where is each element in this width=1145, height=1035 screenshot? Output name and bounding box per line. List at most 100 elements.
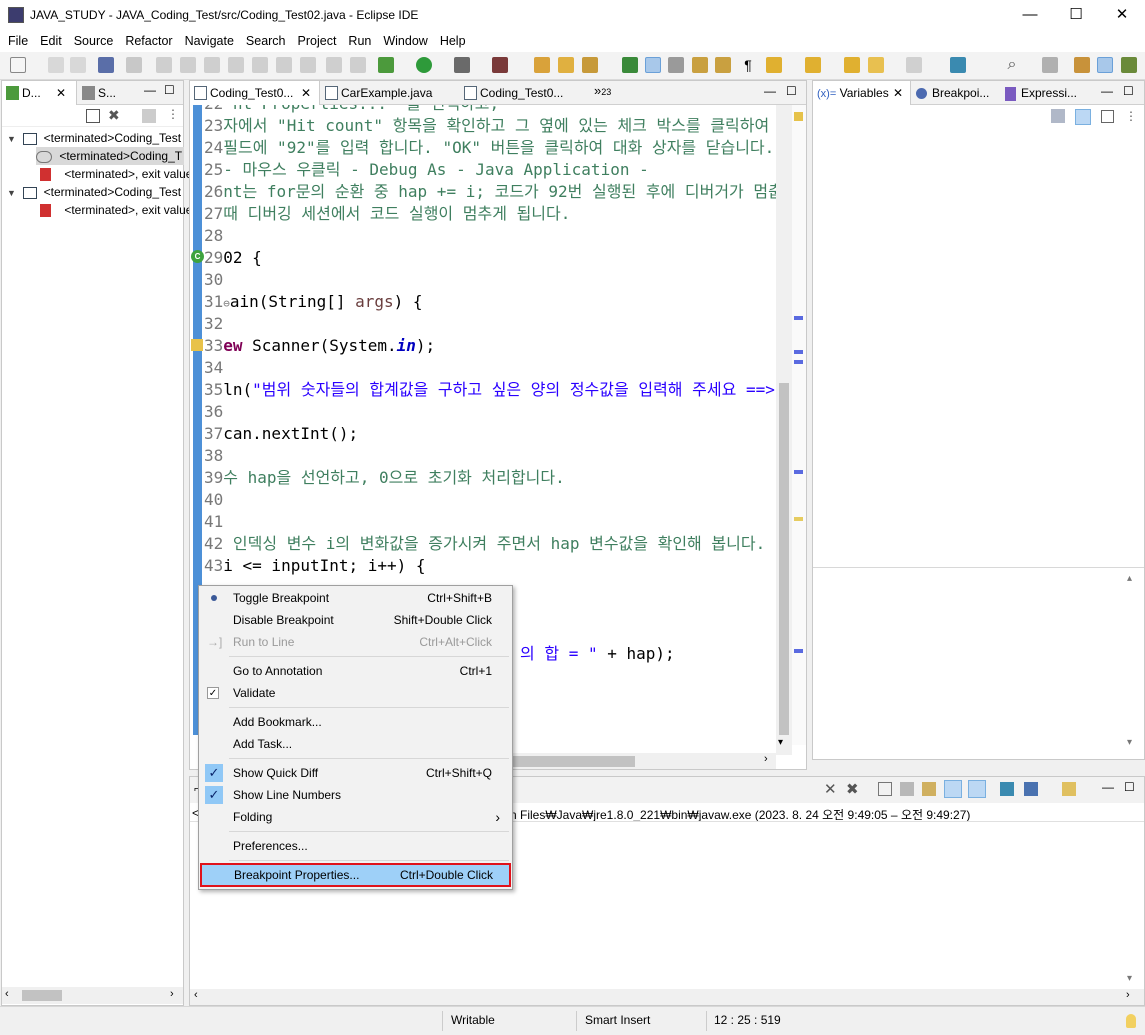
horizontal-scrollbar[interactable]: ‹ › bbox=[190, 989, 1144, 1005]
show-console-on-error-icon[interactable] bbox=[968, 780, 986, 798]
occurrence-marker[interactable] bbox=[794, 350, 803, 354]
fold-collapse-icon[interactable]: ⊖ bbox=[223, 297, 230, 310]
tab-coding-test02[interactable]: Coding_Test0... ✕ bbox=[190, 81, 320, 105]
tab-coding-test0x[interactable]: Coding_Test0... bbox=[460, 81, 592, 105]
minimize-view-icon[interactable]: — bbox=[1101, 84, 1113, 98]
other-perspective-icon[interactable] bbox=[1121, 57, 1137, 73]
menu-refactor[interactable]: Refactor bbox=[119, 30, 178, 52]
link-icon[interactable] bbox=[668, 57, 684, 73]
step-return-icon[interactable] bbox=[300, 57, 316, 73]
block-selection-icon[interactable] bbox=[715, 57, 731, 73]
maximize-view-icon[interactable]: ☐ bbox=[786, 84, 797, 98]
pin-console-icon[interactable] bbox=[1000, 782, 1014, 796]
tree-row[interactable]: <terminated>Coding_T bbox=[36, 147, 184, 165]
tab-expressions[interactable]: Expressi... bbox=[1001, 81, 1089, 105]
detail-pane-divider[interactable] bbox=[813, 567, 1144, 568]
show-whitespace-icon[interactable]: ¶ bbox=[740, 57, 756, 73]
close-icon[interactable]: ✕ bbox=[56, 81, 66, 105]
forward-icon[interactable] bbox=[906, 57, 922, 73]
terminate-icon[interactable]: ✕ bbox=[824, 780, 837, 798]
tab-breakpoints[interactable]: Breakpoi... bbox=[912, 81, 1000, 105]
menu-navigate[interactable]: Navigate bbox=[179, 30, 240, 52]
menu-item-preferences[interactable]: Preferences... bbox=[201, 835, 510, 857]
tree-row[interactable]: <terminated>, exit value bbox=[40, 201, 192, 219]
open-perspective-icon[interactable] bbox=[1042, 57, 1058, 73]
expand-arrow-icon[interactable]: ▼ bbox=[7, 134, 16, 144]
menu-item-show-quick-diff[interactable]: ✓ Show Quick Diff Ctrl+Shift+Q bbox=[201, 762, 510, 784]
step-over-icon[interactable] bbox=[276, 57, 292, 73]
scrollbar-thumb[interactable] bbox=[22, 990, 62, 1001]
occurrence-marker[interactable] bbox=[794, 649, 803, 653]
minimize-view-icon[interactable]: — bbox=[764, 84, 776, 98]
scroll-left-icon[interactable]: ‹ bbox=[5, 988, 9, 1000]
show-type-names-icon[interactable] bbox=[1051, 109, 1065, 123]
step-into-icon[interactable] bbox=[252, 57, 268, 73]
horizontal-scrollbar[interactable]: ‹ › bbox=[2, 987, 183, 1004]
minimize-view-icon[interactable]: — bbox=[144, 83, 156, 97]
scroll-left-icon[interactable]: ‹ bbox=[194, 989, 198, 1001]
tab-debug[interactable]: D... ✕ bbox=[2, 81, 77, 105]
view-menu-icon[interactable]: ⋮ bbox=[167, 107, 179, 121]
display-selected-console-icon[interactable] bbox=[1024, 782, 1038, 796]
show-console-on-output-icon[interactable] bbox=[944, 780, 962, 798]
open-folder-icon[interactable] bbox=[558, 57, 574, 73]
scroll-right-icon[interactable]: › bbox=[764, 753, 768, 765]
scroll-down-icon[interactable]: ▾ bbox=[1127, 737, 1132, 748]
menu-item-folding[interactable]: Folding › bbox=[201, 806, 510, 828]
skip-breakpoints-icon[interactable] bbox=[126, 57, 142, 73]
menu-search[interactable]: Search bbox=[240, 30, 292, 52]
close-button[interactable]: ✕ bbox=[1099, 0, 1145, 30]
vertical-scrollbar[interactable]: ▾ bbox=[776, 105, 792, 755]
occurrence-marker[interactable] bbox=[794, 470, 803, 474]
scroll-down-icon[interactable]: ▾ bbox=[1127, 973, 1132, 984]
save-icon[interactable] bbox=[48, 57, 64, 73]
occurrence-marker[interactable] bbox=[794, 316, 803, 320]
show-logical-structure-icon[interactable] bbox=[1075, 109, 1091, 125]
minimize-view-icon[interactable]: — bbox=[1102, 780, 1114, 794]
drop-to-frame-icon[interactable] bbox=[326, 57, 342, 73]
menu-item-toggle-breakpoint[interactable]: Toggle Breakpoint Ctrl+Shift+B bbox=[201, 587, 510, 609]
disconnect-icon[interactable] bbox=[228, 57, 244, 73]
collapse-all-icon[interactable] bbox=[86, 109, 100, 123]
toggle-mark-icon[interactable] bbox=[692, 57, 708, 73]
save-all-icon[interactable] bbox=[70, 57, 86, 73]
collapse-all-icon[interactable] bbox=[1101, 110, 1114, 123]
tab-carexample[interactable]: CarExample.java bbox=[321, 81, 459, 105]
tips-lightbulb-icon[interactable] bbox=[1126, 1014, 1136, 1028]
highlight-toggle-icon[interactable] bbox=[645, 57, 661, 73]
menu-run[interactable]: Run bbox=[342, 30, 377, 52]
maximize-view-icon[interactable]: ☐ bbox=[1123, 84, 1134, 98]
more-tabs-button[interactable]: »23 bbox=[594, 83, 611, 98]
maximize-button[interactable]: ☐ bbox=[1053, 0, 1099, 30]
remove-all-terminated-icon[interactable]: ✖ bbox=[846, 780, 859, 798]
resume-icon[interactable] bbox=[156, 57, 172, 73]
new-java-package-icon[interactable] bbox=[534, 57, 550, 73]
status-cursor-position[interactable]: 12 : 25 : 519 bbox=[714, 1013, 781, 1027]
menu-item-validate[interactable]: ✓ Validate bbox=[201, 682, 510, 704]
search-wand-icon[interactable] bbox=[582, 57, 598, 73]
coverage-icon[interactable] bbox=[454, 57, 470, 73]
menu-project[interactable]: Project bbox=[292, 30, 343, 52]
clear-console-icon[interactable] bbox=[878, 782, 892, 796]
tree-row[interactable]: <terminated>, exit value bbox=[40, 165, 192, 183]
menu-item-go-to-annotation[interactable]: Go to Annotation Ctrl+1 bbox=[201, 660, 510, 682]
debug-perspective-icon[interactable] bbox=[1097, 57, 1113, 73]
menu-help[interactable]: Help bbox=[434, 30, 472, 52]
disconnect-icon[interactable] bbox=[142, 109, 156, 123]
scroll-right-icon[interactable]: › bbox=[170, 988, 174, 1000]
menu-item-add-task[interactable]: Add Task... bbox=[201, 733, 510, 755]
tab-servers[interactable]: S... bbox=[78, 81, 138, 105]
scrollbar-thumb[interactable] bbox=[779, 383, 789, 735]
open-type-icon[interactable] bbox=[622, 57, 638, 73]
minimize-button[interactable]: — bbox=[1007, 0, 1053, 30]
close-icon[interactable]: ✕ bbox=[893, 81, 903, 105]
debug-icon[interactable] bbox=[378, 57, 394, 73]
remove-terminated-icon[interactable]: ✖ bbox=[108, 107, 120, 124]
word-wrap-icon[interactable] bbox=[922, 782, 936, 796]
next-annotation-icon[interactable] bbox=[766, 57, 782, 73]
scroll-lock-icon[interactable] bbox=[900, 782, 914, 796]
terminal-icon[interactable] bbox=[98, 57, 114, 73]
search-icon[interactable]: ⌕ bbox=[1004, 57, 1020, 73]
menu-item-run-to-line[interactable]: →] Run to Line Ctrl+Alt+Click bbox=[201, 631, 510, 653]
menu-item-disable-breakpoint[interactable]: Disable Breakpoint Shift+Double Click bbox=[201, 609, 510, 631]
